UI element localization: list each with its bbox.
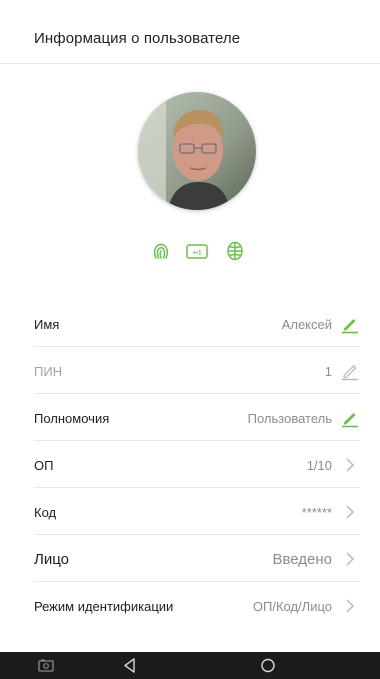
role-label: Полномочия [34, 411, 110, 426]
verification-methods: +•1 [150, 240, 250, 264]
chevron-right-icon [346, 458, 354, 472]
edit-icon[interactable] [340, 408, 360, 428]
user-photo[interactable] [138, 92, 256, 210]
user-photo-image [138, 92, 256, 210]
row-verify-mode[interactable]: Режим идентификации ОП/Код/Лицо [34, 582, 360, 629]
header: Информация о пользователе [0, 0, 380, 64]
user-fields-list: Имя Алексей ПИН 1 Полномочия Пользовател… [34, 300, 360, 629]
row-face[interactable]: Лицо Введено [34, 535, 360, 582]
fingerprint-label: ОП [34, 458, 54, 473]
user-info-screen: Информация о пользователе +•1 Имя Алексе… [0, 0, 380, 679]
home-icon[interactable] [258, 656, 278, 675]
fingerprint-value: 1/10 [306, 458, 332, 473]
page-title: Информация о пользователе [34, 30, 241, 47]
edit-disabled-icon [342, 365, 358, 381]
name-value: Алексей [281, 317, 332, 332]
name-label: Имя [34, 317, 60, 332]
face-label: Лицо [34, 551, 69, 568]
face-icon [227, 241, 243, 261]
svg-text:+•1: +•1 [193, 251, 203, 257]
screenshot-icon[interactable] [36, 656, 56, 675]
verify-mode-label: Режим идентификации [34, 599, 174, 614]
row-role[interactable]: Полномочия Пользователь [34, 394, 360, 441]
code-label: Код [34, 505, 57, 520]
system-nav-bar [0, 652, 380, 679]
row-code[interactable]: Код ****** [34, 488, 360, 535]
face-value: Введено [272, 551, 332, 568]
chevron-right-icon [346, 505, 354, 519]
verify-mode-value: ОП/Код/Лицо [252, 599, 332, 614]
chevron-right-icon [346, 599, 354, 613]
pin-value: 1 [324, 364, 332, 379]
fingerprint-icon [153, 243, 169, 259]
row-name[interactable]: Имя Алексей [34, 300, 360, 347]
pin-label: ПИН [34, 364, 63, 379]
row-pin: ПИН 1 [34, 347, 360, 394]
edit-icon[interactable] [340, 314, 360, 334]
code-value: ****** [301, 505, 332, 520]
role-value: Пользователь [247, 411, 332, 426]
chevron-right-icon [346, 552, 354, 566]
card-icon: +•1 [186, 244, 208, 259]
row-fingerprint[interactable]: ОП 1/10 [34, 441, 360, 488]
back-icon[interactable] [120, 656, 140, 675]
